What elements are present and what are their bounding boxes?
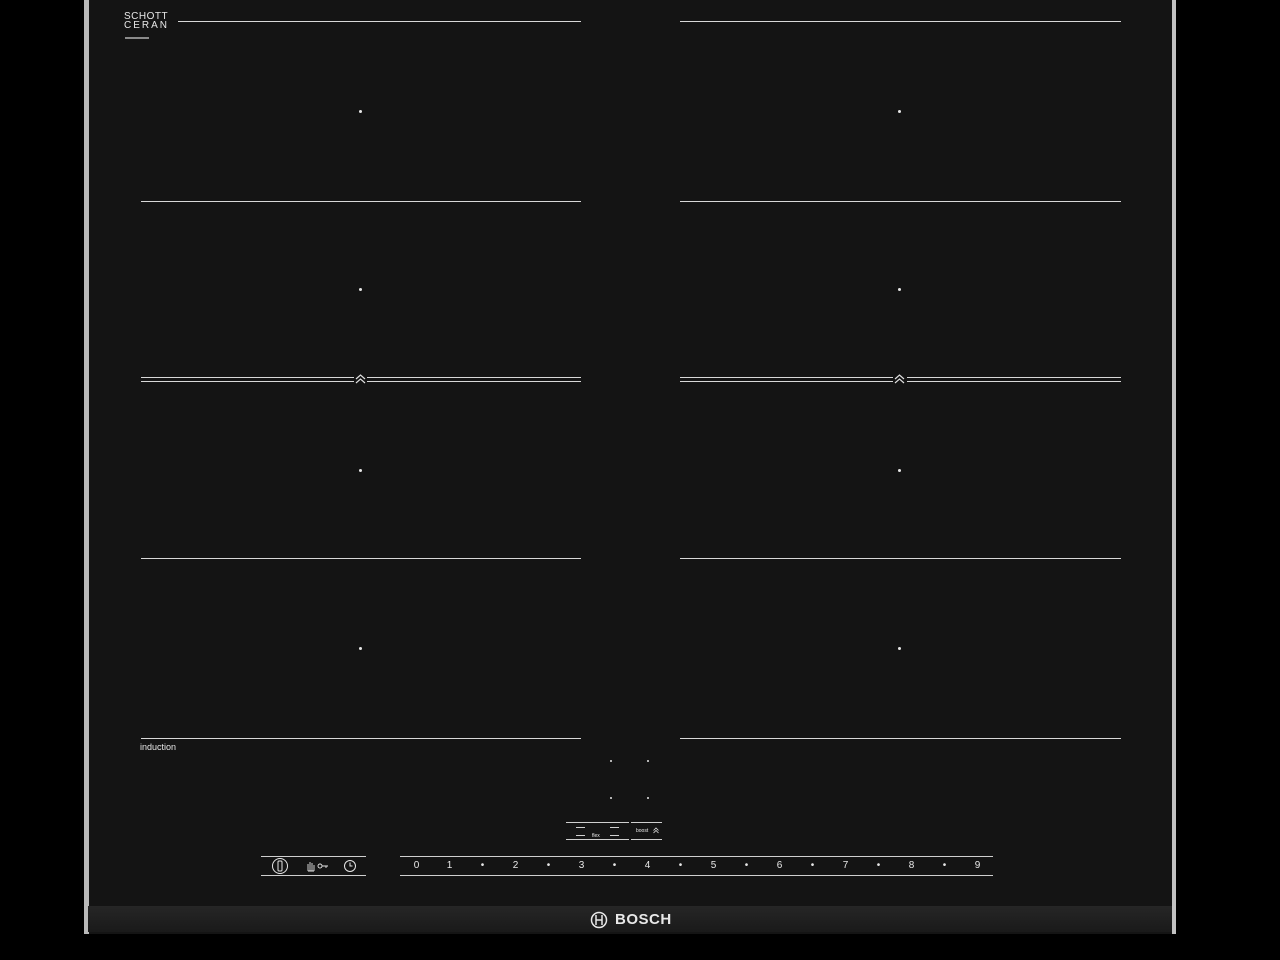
zone-center-dot [359, 288, 362, 291]
power-level-2[interactable]: 2 [499, 860, 532, 871]
power-button[interactable] [270, 857, 290, 875]
power-level-6[interactable]: 6 [763, 860, 796, 871]
zone-center-dot [898, 647, 901, 650]
flex-bridge-line-left-a [141, 377, 354, 382]
power-level-dot-6[interactable]: • [598, 860, 631, 871]
power-level-dot-2[interactable]: • [466, 860, 499, 871]
boost-button-top-line [631, 822, 662, 823]
timer-button[interactable] [342, 858, 358, 874]
power-level-5[interactable]: 5 [697, 860, 730, 871]
zone-center-dot [359, 110, 362, 113]
zone-center-dot [898, 110, 901, 113]
flex-zone-mark-icon [610, 835, 619, 836]
zone-line-right-4 [680, 738, 1121, 739]
cooktop-scene: SCHOTT CERAN induction flex boost 0 1 • … [0, 0, 1280, 960]
power-level-dot-16[interactable]: • [928, 860, 961, 871]
power-level-dot-14[interactable]: • [862, 860, 895, 871]
boost-button[interactable]: boost [631, 822, 662, 840]
zone-indicator-dot [647, 760, 649, 762]
zone-indicator-dot [647, 797, 649, 799]
power-level-1[interactable]: 1 [433, 860, 466, 871]
logo-fineprint [125, 37, 149, 39]
boost-button-bottom-line [631, 839, 662, 840]
zone-center-dot [359, 647, 362, 650]
child-lock-button[interactable] [305, 858, 330, 874]
flex-zone-mark-icon [610, 827, 619, 828]
flex-zone-mark-icon [576, 827, 585, 828]
flex-bridge-line-left-b [367, 377, 581, 382]
zone-center-dot [898, 288, 901, 291]
power-icon [272, 858, 288, 874]
zone-line-left-3 [141, 558, 581, 559]
zone-line-left-2 [141, 201, 581, 202]
zone-indicator-dot [610, 797, 612, 799]
zone-center-dot [359, 469, 362, 472]
power-level-3[interactable]: 3 [565, 860, 598, 871]
power-level-7[interactable]: 7 [829, 860, 862, 871]
zone-line-right-1 [680, 21, 1121, 22]
child-lock-icon [307, 862, 328, 872]
induction-hob-glass [84, 0, 1176, 934]
zone-line-right-2 [680, 201, 1121, 202]
power-level-dot-4[interactable]: • [532, 860, 565, 871]
power-level-4[interactable]: 4 [631, 860, 664, 871]
zone-line-left-4 [141, 738, 581, 739]
power-level-9[interactable]: 9 [961, 860, 994, 871]
timer-icon [344, 860, 356, 872]
power-level-dot-10[interactable]: • [730, 860, 763, 871]
zone-line-left-1 [178, 21, 581, 22]
zone-line-right-3 [680, 558, 1121, 559]
power-level-dot-8[interactable]: • [664, 860, 697, 871]
flex-bridge-line-right-a [680, 377, 893, 382]
induction-label: induction [140, 742, 177, 752]
flex-label: flex [592, 833, 600, 839]
slider-top-line [400, 856, 993, 857]
schott-logo: SCHOTT CERAN [124, 12, 170, 31]
boost-label: boost [636, 828, 649, 834]
schott-logo-line2: CERAN [124, 20, 170, 31]
zone-center-dot [898, 469, 901, 472]
power-level-8[interactable]: 8 [895, 860, 928, 871]
flex-chevron-icon-left [355, 374, 366, 384]
flex-bridge-line-right-b [907, 377, 1121, 382]
flex-zone-mark-icon [576, 835, 585, 836]
bosch-armature-icon [590, 911, 608, 929]
flex-chevron-icon-right [894, 374, 905, 384]
slider-bottom-line [400, 875, 993, 876]
flex-button-bottom-line [566, 839, 629, 840]
flex-button[interactable]: flex [566, 822, 629, 840]
flex-button-top-line [566, 822, 629, 823]
power-level-dot-12[interactable]: • [796, 860, 829, 871]
power-level-0[interactable]: 0 [400, 860, 433, 871]
zone-indicator-dot [610, 760, 612, 762]
brand-name: BOSCH [615, 911, 672, 928]
control-group-bottom-line [261, 875, 366, 876]
boost-chevron-icon [653, 827, 659, 834]
